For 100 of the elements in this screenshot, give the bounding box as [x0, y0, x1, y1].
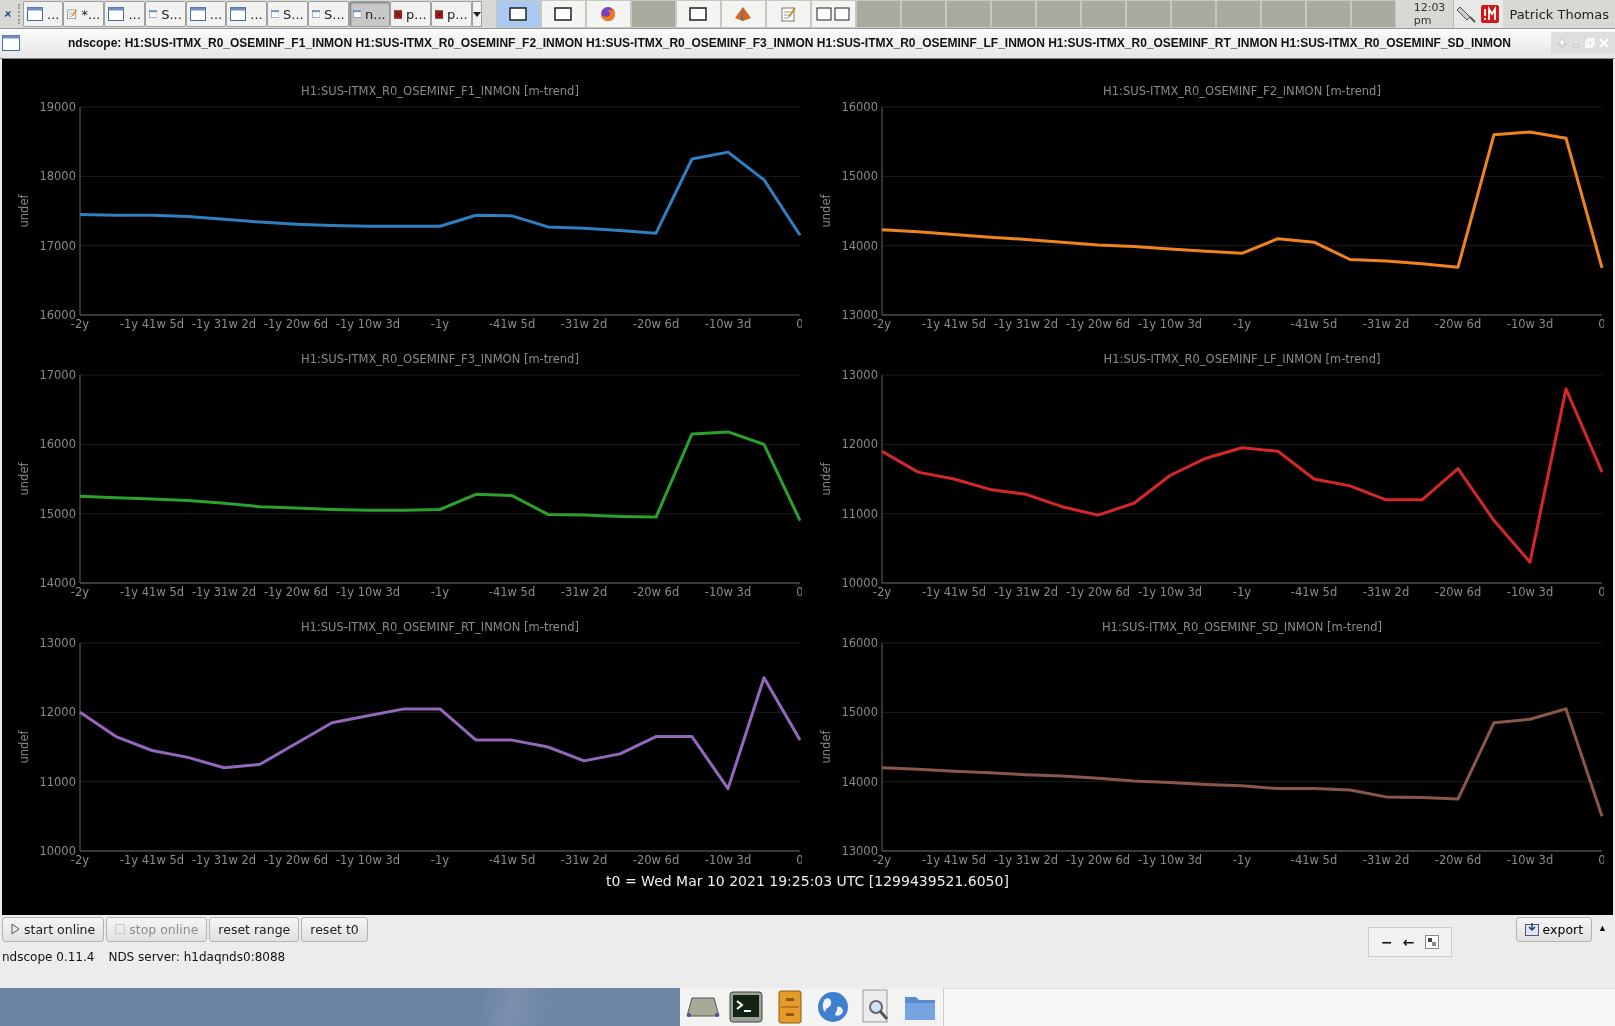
notepad-icon	[780, 6, 796, 22]
taskbar-button[interactable]: p...	[389, 1, 431, 27]
drive-icon	[685, 996, 720, 1018]
taskbar-button[interactable]: *...	[63, 1, 105, 27]
window-icon	[311, 7, 320, 21]
x-tick-label: -1y 41w 5d	[119, 584, 185, 599]
x-tick-label: 0	[1598, 584, 1604, 599]
taskbar-button[interactable]: ...	[185, 1, 227, 27]
close-icon[interactable]	[1599, 38, 1609, 49]
x-tick-label: -1y 41w 5d	[921, 316, 987, 331]
taskbar-button[interactable]: n...	[348, 1, 390, 27]
y-tick-label: 13000	[841, 367, 878, 382]
caret-icon	[472, 11, 481, 17]
x-tick-label: -1y 31w 2d	[993, 852, 1059, 867]
user-name[interactable]: Patrick Thomas	[1503, 6, 1615, 22]
x-tick-label: -1y	[1232, 584, 1252, 599]
task-list-dropdown[interactable]	[471, 1, 482, 27]
window-icon	[148, 7, 158, 21]
taskbar-button[interactable]: p...	[430, 1, 472, 27]
chart-title: H1:SUS-ITMX_R0_OSEMINF_F2_INMON [m-trend]	[1103, 83, 1381, 98]
y-tick-label: 17000	[39, 238, 76, 253]
workspace-button[interactable]	[495, 0, 541, 28]
x-tick-label: -20w 6d	[1434, 852, 1482, 867]
window-title: ndscope: H1:SUS-ITMX_R0_OSEMINF_F1_INMON H1:SUS-ITMX_R0_OSEMINF_F2_INMON H1:SUS-ITMX_R0_OSEMINF_F3_INMON H1:SUS-ITMX_R0_OSEMINF_LF_INMON H1:SUS-ITMX_R0_OSEMINF_RT_INMON H1:SUS-ITMX_R0_OSEMINF_SD_INMON	[68, 36, 1511, 51]
x-tick-label: -1y	[430, 852, 450, 867]
x-tick-label: -31w 2d	[560, 584, 608, 599]
window-icon	[689, 7, 708, 21]
x-tick-label: 0	[1598, 316, 1604, 331]
stop-icon	[115, 924, 126, 935]
start-button[interactable]: start online	[2, 916, 105, 942]
x-tick-label: -20w 6d	[632, 852, 680, 867]
workspace-button[interactable]	[585, 0, 631, 28]
x-tick-label: -41w 5d	[488, 852, 536, 867]
y-axis-label: undef	[17, 730, 31, 764]
taskbar-button[interactable]: S...	[144, 1, 186, 27]
workspace-button[interactable]	[540, 0, 586, 28]
y-axis-label: undef	[17, 462, 31, 496]
x-tick-label: -10w 3d	[704, 852, 752, 867]
chart-title: H1:SUS-ITMX_R0_OSEMINF_LF_INMON [m-trend]	[1103, 351, 1381, 366]
alert-icon[interactable]	[1480, 4, 1501, 24]
export-button[interactable]: export	[1515, 916, 1593, 942]
x-tick-label: 0	[796, 316, 802, 331]
t0-label: t0 = Wed Mar 10 2021 19:25:03 UTC [1299439521.6050]	[605, 872, 1010, 889]
x-tick-label: -1y 20w 6d	[1065, 316, 1131, 331]
x-tick-label: -20w 6d	[1434, 584, 1482, 599]
workspace-button[interactable]	[675, 0, 721, 28]
x-tick-label: 0	[796, 852, 802, 867]
x-tick-label: -1y	[1232, 852, 1252, 867]
x-tick-label: -10w 3d	[1506, 316, 1554, 331]
taskbar-button[interactable]: S...	[266, 1, 308, 27]
window-icon	[509, 7, 528, 21]
chart-title: H1:SUS-ITMX_R0_OSEMINF_RT_INMON [m-trend]	[300, 619, 580, 634]
terminal-icon	[729, 991, 764, 1023]
x-tick-label: -1y 41w 5d	[119, 316, 185, 331]
y-axis-label: undef	[819, 194, 833, 228]
zoom-tool-button[interactable]: ←	[1402, 933, 1415, 950]
y-tick-label: 12000	[841, 437, 878, 452]
window-icon	[2, 35, 20, 51]
fit-icon[interactable]	[1424, 934, 1439, 949]
launcher-button[interactable]	[727, 988, 765, 1026]
browser-icon	[600, 6, 617, 22]
x-tick-label: -1y 20w 6d	[263, 316, 329, 331]
windows-icon	[816, 7, 851, 21]
y-axis-label: undef	[17, 194, 31, 228]
x-tick-label: -20w 6d	[632, 316, 680, 331]
x-tick-label: -1y 31w 2d	[993, 316, 1059, 331]
x-tick-label: -31w 2d	[1362, 852, 1410, 867]
version-text: ndscope 0.11.4	[2, 949, 95, 964]
y-tick-label: 12000	[39, 705, 76, 720]
y-tick-label: 15000	[841, 169, 878, 184]
globe-icon	[817, 991, 850, 1023]
x-tick-label: -1y 31w 2d	[191, 852, 257, 867]
x-tick-label: -1y	[1232, 316, 1252, 331]
window-icon	[189, 7, 206, 21]
x-tick-label: -41w 5d	[1290, 584, 1338, 599]
x-tick-label: -10w 3d	[704, 584, 752, 599]
x-tick-label: -10w 3d	[1506, 852, 1554, 867]
x-tick-label: -31w 2d	[1362, 316, 1410, 331]
x-tick-label: -1y	[430, 584, 450, 599]
y-tick-label: 11000	[841, 506, 878, 521]
x-tick-label: -1y 10w 3d	[335, 852, 401, 867]
reset-button[interactable]: reset t0	[301, 916, 368, 942]
export-icon	[1524, 922, 1539, 937]
x-tick-label: -1y 41w 5d	[119, 852, 185, 867]
x-tick-label: -41w 5d	[1290, 852, 1338, 867]
y-tick-label: 16000	[39, 437, 76, 452]
maximize-icon[interactable]	[1585, 38, 1595, 49]
reset-button[interactable]: reset range	[209, 916, 300, 942]
collapse-button[interactable]: ▲	[1592, 916, 1613, 939]
window-icon	[352, 7, 362, 21]
chart-title: H1:SUS-ITMX_R0_OSEMINF_F3_INMON [m-trend]	[301, 351, 579, 366]
up-arrow-icon[interactable]	[1557, 38, 1567, 49]
cabinet-icon	[777, 990, 802, 1024]
taskbar-button[interactable]: ...	[104, 1, 145, 27]
taskbar-button[interactable]: ...	[23, 1, 64, 27]
x-tick-label: 0	[796, 584, 802, 599]
x-tick-label: -1y 31w 2d	[191, 584, 257, 599]
zoom-tool-button[interactable]: −	[1381, 933, 1393, 950]
taskbar-button[interactable]: ...	[226, 1, 267, 27]
taskbar-button[interactable]: S...	[307, 1, 349, 27]
